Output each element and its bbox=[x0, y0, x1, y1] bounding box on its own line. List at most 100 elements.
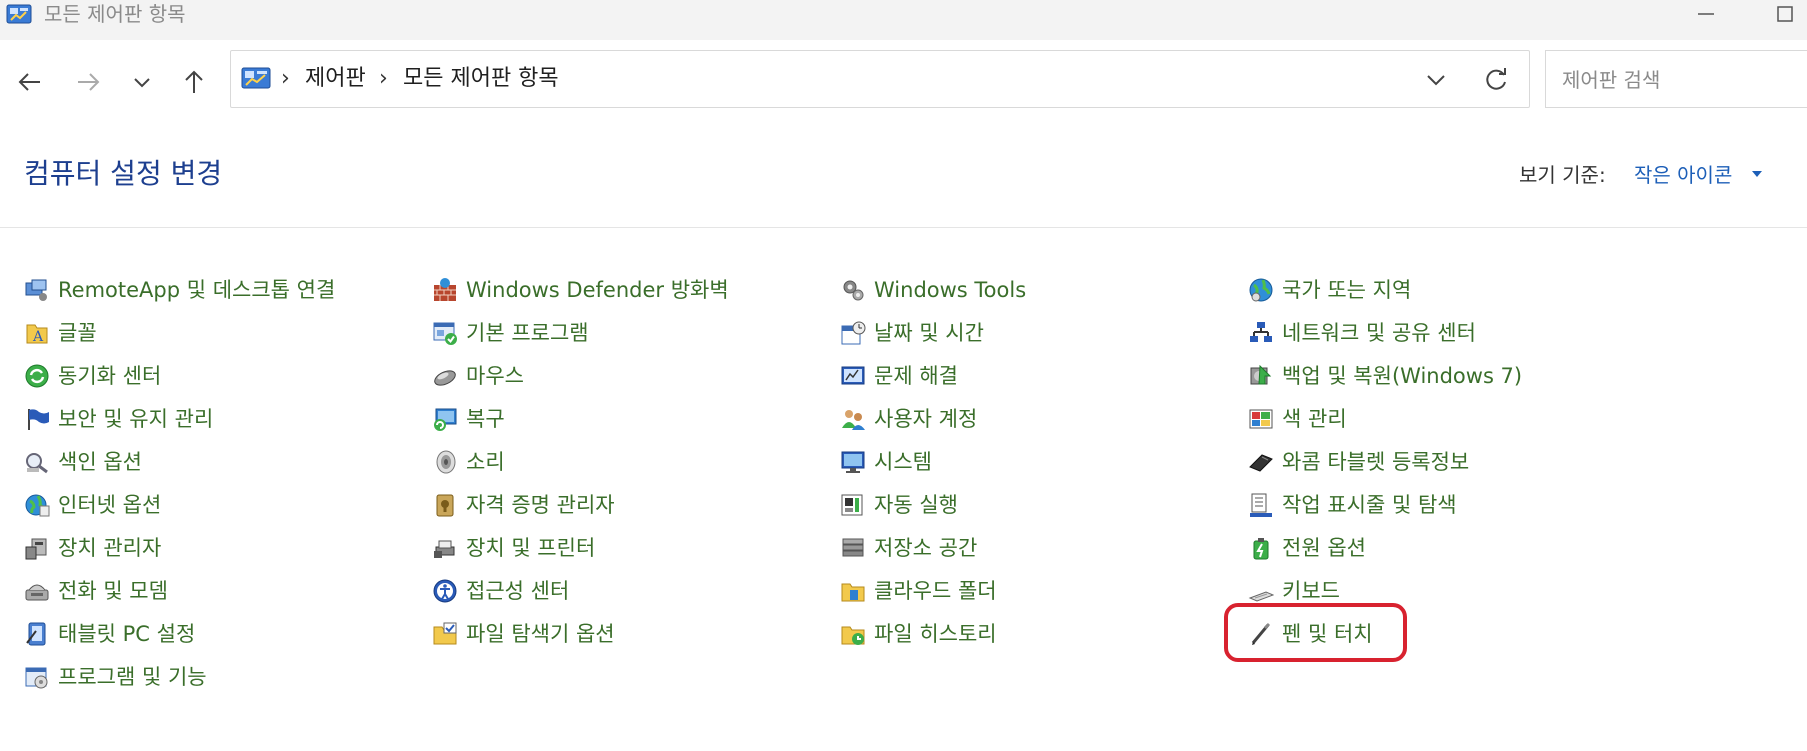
control-panel-item[interactable]: 인터넷 옵션 bbox=[24, 488, 161, 522]
control-panel-item[interactable]: 소리 bbox=[432, 445, 505, 479]
breadcrumb-all-items[interactable]: 모든 제어판 항목 bbox=[403, 63, 559, 95]
control-panel-item[interactable]: A 글꼴 bbox=[24, 316, 97, 350]
view-by-dropdown[interactable]: 작은 아이콘 bbox=[1634, 160, 1732, 190]
control-panel-app-icon bbox=[6, 4, 32, 24]
title-bar: 모든 제어판 항목 bbox=[0, 0, 1807, 40]
region-globe-icon bbox=[1249, 278, 1273, 302]
control-panel-item[interactable]: 와콤 타블렛 등록정보 bbox=[1248, 445, 1469, 479]
control-panel-item[interactable]: 장치 및 프린터 bbox=[432, 531, 595, 565]
address-dropdown-button[interactable] bbox=[1421, 65, 1451, 95]
control-panel-item-label: 파일 탐색기 옵션 bbox=[466, 622, 615, 646]
control-panel-item-label: 날짜 및 시간 bbox=[874, 321, 984, 345]
breadcrumb-control-panel[interactable]: 제어판 bbox=[305, 63, 366, 95]
control-panel-item-label: 복구 bbox=[466, 407, 505, 431]
page-title: 컴퓨터 설정 변경 bbox=[24, 157, 223, 190]
devices-printers-icon bbox=[434, 540, 455, 558]
svg-text:A: A bbox=[32, 329, 44, 345]
credential-vault-icon bbox=[436, 494, 454, 517]
control-panel-item[interactable]: 마우스 bbox=[432, 359, 524, 393]
control-panel-item[interactable]: 색인 옵션 bbox=[24, 445, 142, 479]
control-panel-item[interactable]: Windows Defender 방화벽 bbox=[432, 273, 729, 307]
control-panel-item[interactable]: 복구 bbox=[432, 402, 505, 436]
control-panel-item-label: 마우스 bbox=[466, 364, 524, 388]
control-panel-item-label: 파일 히스토리 bbox=[874, 622, 997, 646]
heading-area: 컴퓨터 설정 변경 보기 기준: 작은 아이콘 bbox=[0, 122, 1807, 228]
system-monitor-icon bbox=[841, 451, 865, 473]
pen-icon bbox=[1251, 622, 1271, 645]
keyboard-icon bbox=[1248, 591, 1274, 602]
control-panel-item[interactable]: 작업 표시줄 및 탐색 bbox=[1248, 488, 1457, 522]
control-panel-item-label: 자동 실행 bbox=[874, 493, 958, 517]
firewall-icon bbox=[434, 278, 456, 301]
control-panel-item[interactable]: 자동 실행 bbox=[840, 488, 958, 522]
control-panel-item[interactable]: 시스템 bbox=[840, 445, 932, 479]
control-panel-item[interactable]: 키보드 bbox=[1248, 574, 1340, 608]
control-panel-item[interactable]: 장치 관리자 bbox=[24, 531, 161, 565]
search-input[interactable] bbox=[1560, 63, 1804, 97]
file-history-icon bbox=[841, 626, 865, 645]
chevron-down-icon bbox=[134, 78, 150, 88]
back-button[interactable] bbox=[10, 62, 50, 102]
control-panel-item[interactable]: 날짜 및 시간 bbox=[840, 316, 984, 350]
minimize-button[interactable] bbox=[1676, 0, 1736, 28]
backup-restore-icon bbox=[1250, 364, 1272, 385]
control-panel-item[interactable]: 문제 해결 bbox=[840, 359, 958, 393]
control-panel-item[interactable]: 자격 증명 관리자 bbox=[432, 488, 615, 522]
refresh-button[interactable] bbox=[1481, 63, 1511, 95]
control-panel-item[interactable]: 네트워크 및 공유 센터 bbox=[1248, 316, 1476, 350]
control-panel-item[interactable]: 색 관리 bbox=[1248, 402, 1347, 436]
control-panel-item[interactable]: 파일 히스토리 bbox=[840, 617, 997, 651]
chevron-down-icon bbox=[1427, 75, 1445, 86]
control-panel-item[interactable]: 사용자 계정 bbox=[840, 402, 977, 436]
search-box[interactable] bbox=[1545, 50, 1807, 108]
control-panel-item-label: 사용자 계정 bbox=[874, 407, 978, 431]
control-panel-item[interactable]: 펜 및 터치 bbox=[1248, 617, 1373, 651]
up-button[interactable] bbox=[174, 62, 214, 102]
sync-center-icon bbox=[25, 364, 49, 388]
control-panel-item-label: 전원 옵션 bbox=[1282, 536, 1366, 560]
device-manager-icon bbox=[25, 538, 47, 560]
control-panel-item-label: 장치 및 프린터 bbox=[466, 536, 596, 560]
control-panel-item-label: Windows Defender 방화벽 bbox=[466, 278, 729, 302]
control-panel-item-label: 전화 및 모뎀 bbox=[58, 579, 168, 603]
indexing-icon bbox=[26, 453, 48, 474]
control-panel-item[interactable]: 태블릿 PC 설정 bbox=[24, 617, 195, 651]
maximize-button[interactable] bbox=[1760, 0, 1807, 28]
control-panel-item[interactable]: 전원 옵션 bbox=[1248, 531, 1366, 565]
control-panel-item[interactable]: 전화 및 모뎀 bbox=[24, 574, 168, 608]
control-panel-item[interactable]: 클라우드 폴더 bbox=[840, 574, 997, 608]
speaker-icon bbox=[436, 450, 456, 474]
control-panel-item[interactable]: 기본 프로그램 bbox=[432, 316, 589, 350]
arrow-right-icon bbox=[78, 73, 100, 91]
control-panel-item[interactable]: 백업 및 복원(Windows 7) bbox=[1248, 359, 1522, 393]
window-title: 모든 제어판 항목 bbox=[44, 2, 186, 26]
control-panel-item[interactable]: 프로그램 및 기능 bbox=[24, 660, 207, 694]
control-panel-item[interactable]: 저장소 공간 bbox=[840, 531, 977, 565]
navigation-bar: › 제어판 › 모든 제어판 항목 bbox=[0, 40, 1807, 122]
control-panel-item[interactable]: 보안 및 유지 관리 bbox=[24, 402, 213, 436]
control-panel-item-label: 색인 옵션 bbox=[58, 450, 142, 474]
control-panel-item-label: 시스템 bbox=[874, 450, 932, 474]
control-panel-item-label: 펜 및 터치 bbox=[1282, 622, 1373, 646]
taskbar-navigation-icon bbox=[1250, 493, 1272, 517]
control-panel-item[interactable]: RemoteApp 및 데스크톱 연결 bbox=[24, 273, 335, 307]
phone-modem-icon bbox=[25, 584, 49, 601]
control-panel-item-label: 네트워크 및 공유 센터 bbox=[1282, 321, 1476, 345]
windows-tools-gear-icon bbox=[843, 280, 864, 301]
address-bar[interactable]: › 제어판 › 모든 제어판 항목 bbox=[230, 50, 1530, 108]
recent-locations-button[interactable] bbox=[122, 62, 162, 102]
control-panel-item[interactable]: 파일 탐색기 옵션 bbox=[432, 617, 615, 651]
control-panel-item[interactable]: 접근성 센터 bbox=[432, 574, 569, 608]
storage-spaces-icon bbox=[842, 538, 864, 557]
power-options-icon bbox=[1253, 538, 1269, 560]
breadcrumb-separator: › bbox=[281, 66, 290, 91]
control-panel-item-label: 자격 증명 관리자 bbox=[466, 493, 615, 517]
forward-button[interactable] bbox=[68, 62, 108, 102]
fonts-folder-icon: A bbox=[26, 324, 48, 345]
internet-globe-icon bbox=[25, 494, 50, 517]
caret-down-icon[interactable] bbox=[1752, 171, 1762, 177]
network-sharing-icon bbox=[1250, 322, 1272, 342]
control-panel-item[interactable]: 동기화 센터 bbox=[24, 359, 161, 393]
control-panel-item[interactable]: 국가 또는 지역 bbox=[1248, 273, 1411, 307]
control-panel-item[interactable]: Windows Tools bbox=[840, 273, 1026, 307]
